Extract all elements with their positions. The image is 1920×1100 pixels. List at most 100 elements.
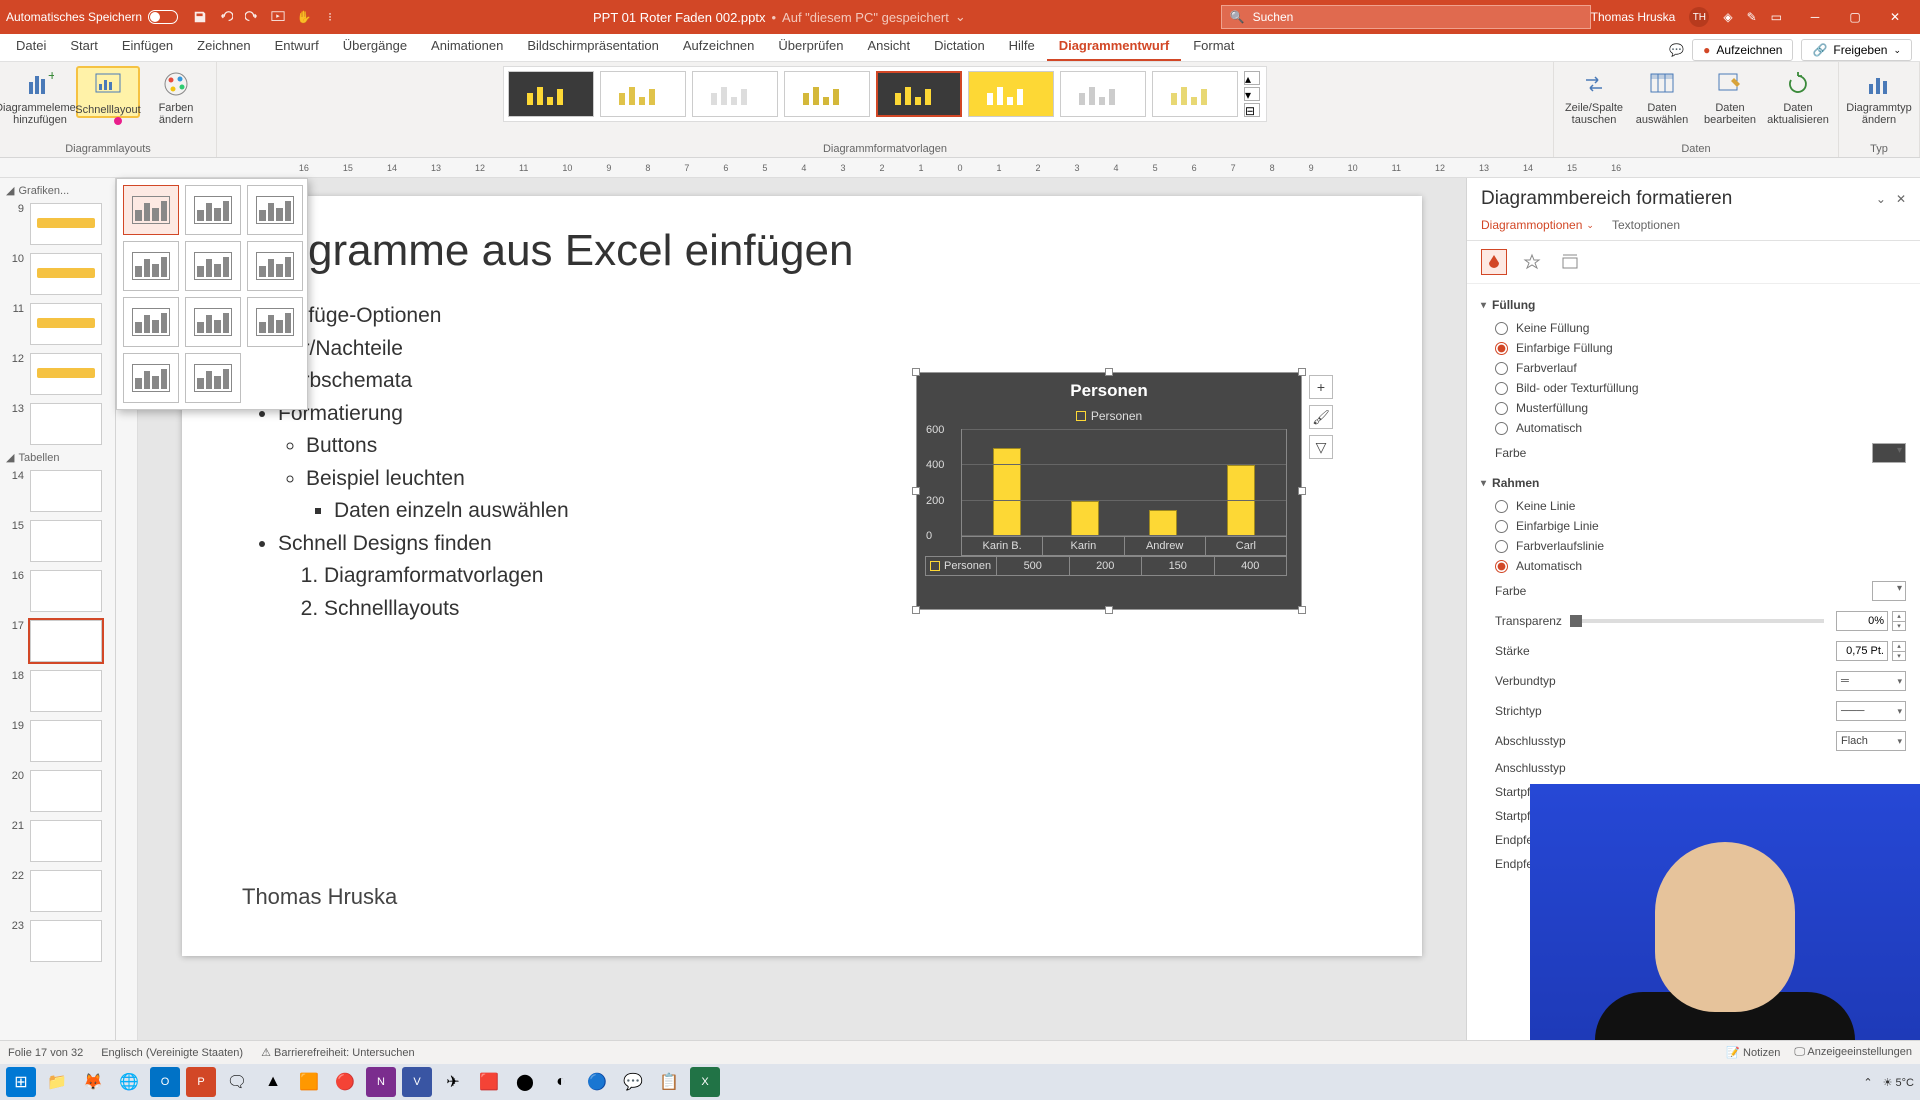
chart-style-8[interactable]: [1152, 71, 1238, 117]
tab-text-options[interactable]: Textoptionen: [1612, 218, 1680, 236]
notes-button[interactable]: 📝 Notizen: [1726, 1046, 1780, 1059]
quick-layout-3[interactable]: [247, 185, 303, 235]
resize-handle[interactable]: [912, 487, 920, 495]
chart-filter-button[interactable]: ▽: [1309, 435, 1333, 459]
quick-layout-4[interactable]: [123, 241, 179, 291]
thumb-group-tabellen[interactable]: ◢ Tabellen: [0, 449, 115, 466]
onenote-icon[interactable]: N: [366, 1067, 396, 1097]
close-button[interactable]: ✕: [1876, 4, 1914, 30]
tab-dictation[interactable]: Dictation: [922, 32, 997, 61]
line-color-picker[interactable]: [1872, 581, 1906, 601]
chart-elements-button[interactable]: +: [1309, 375, 1333, 399]
qat-more-icon[interactable]: ⁝: [322, 9, 338, 25]
language-indicator[interactable]: Englisch (Vereinigte Staaten): [101, 1047, 243, 1059]
line-none-radio[interactable]: Keine Linie: [1481, 496, 1906, 516]
transparency-spinner[interactable]: ▴▾: [1892, 611, 1906, 631]
pane-close-icon[interactable]: ✕: [1896, 192, 1906, 206]
add-chart-element-button[interactable]: + Diagrammelement hinzufügen: [8, 66, 72, 126]
title-dropdown-icon[interactable]: ⌄: [955, 9, 966, 25]
resize-handle[interactable]: [1298, 487, 1306, 495]
tab-entwurf[interactable]: Entwurf: [263, 32, 331, 61]
tray-chevron-icon[interactable]: ⌃: [1863, 1076, 1872, 1089]
resize-handle[interactable]: [912, 606, 920, 614]
visio-icon[interactable]: V: [402, 1067, 432, 1097]
line-gradient-radio[interactable]: Farbverlaufslinie: [1481, 536, 1906, 556]
quick-layout-9[interactable]: [247, 297, 303, 347]
chart-styles-button[interactable]: 🖌: [1309, 405, 1333, 429]
quick-layout-2[interactable]: [185, 185, 241, 235]
diamond-icon[interactable]: ◈: [1723, 10, 1732, 24]
fill-picture-radio[interactable]: Bild- oder Texturfüllung: [1481, 378, 1906, 398]
tab-animationen[interactable]: Animationen: [419, 32, 515, 61]
thumb-22[interactable]: 22: [0, 866, 115, 916]
app-icon-4[interactable]: 🟥: [474, 1067, 504, 1097]
draw-mode-icon[interactable]: ✎: [1747, 10, 1757, 24]
resize-handle[interactable]: [1298, 368, 1306, 376]
chart-style-4[interactable]: [784, 71, 870, 117]
fill-solid-radio[interactable]: Einfarbige Füllung: [1481, 338, 1906, 358]
slideshow-icon[interactable]: [270, 9, 286, 25]
fill-color-picker[interactable]: [1872, 443, 1906, 463]
edit-data-button[interactable]: Daten bearbeiten: [1698, 66, 1762, 126]
thumb-15[interactable]: 15: [0, 516, 115, 566]
quick-layout-11[interactable]: [185, 353, 241, 403]
compound-combo[interactable]: ═▾: [1836, 671, 1906, 691]
share-button[interactable]: 🔗Freigeben⌄: [1801, 39, 1912, 61]
effects-icon[interactable]: [1519, 249, 1545, 275]
dash-combo[interactable]: ───▾: [1836, 701, 1906, 721]
thumb-19[interactable]: 19: [0, 716, 115, 766]
swap-row-col-button[interactable]: Zeile/Spalte tauschen: [1562, 66, 1626, 126]
chart-style-6[interactable]: [968, 71, 1054, 117]
transparency-input[interactable]: [1836, 611, 1888, 631]
search-box[interactable]: 🔍 Suchen: [1221, 5, 1591, 29]
tab-format[interactable]: Format: [1181, 32, 1246, 61]
tab-hilfe[interactable]: Hilfe: [997, 32, 1047, 61]
chart-style-7[interactable]: [1060, 71, 1146, 117]
app-icon-3[interactable]: 🔴: [330, 1067, 360, 1097]
select-data-button[interactable]: Daten auswählen: [1630, 66, 1694, 126]
slide-canvas[interactable]: Diagramme aus Excel einfügen Einfüge-Opt…: [138, 178, 1466, 1040]
width-spinner[interactable]: ▴▾: [1892, 641, 1906, 661]
section-border[interactable]: Rahmen: [1481, 468, 1906, 496]
size-props-icon[interactable]: [1557, 249, 1583, 275]
record-button[interactable]: ●Aufzeichnen: [1692, 39, 1793, 61]
cap-combo[interactable]: Flach▾: [1836, 731, 1906, 751]
resize-handle[interactable]: [912, 368, 920, 376]
quick-layout-10[interactable]: [123, 353, 179, 403]
minimize-button[interactable]: ─: [1796, 4, 1834, 30]
resize-handle[interactable]: [1105, 368, 1113, 376]
tab-zeichnen[interactable]: Zeichnen: [185, 32, 262, 61]
user-avatar[interactable]: TH: [1689, 7, 1709, 27]
chart-style-2[interactable]: [600, 71, 686, 117]
tab-uebergaenge[interactable]: Übergänge: [331, 32, 419, 61]
tab-bildschirm[interactable]: Bildschirmpräsentation: [515, 32, 671, 61]
fill-line-icon[interactable]: [1481, 249, 1507, 275]
resize-handle[interactable]: [1105, 606, 1113, 614]
quick-layout-button[interactable]: Schnelllayout: [76, 66, 140, 118]
gallery-scroll[interactable]: ▴▾⊟: [1244, 71, 1262, 117]
redo-icon[interactable]: [244, 9, 260, 25]
app-icon-6[interactable]: 🔵: [582, 1067, 612, 1097]
line-solid-radio[interactable]: Einfarbige Linie: [1481, 516, 1906, 536]
section-fill[interactable]: Füllung: [1481, 290, 1906, 318]
thumb-11[interactable]: 11: [0, 299, 115, 349]
fill-gradient-radio[interactable]: Farbverlauf: [1481, 358, 1906, 378]
thumb-17-current[interactable]: 17: [0, 616, 115, 666]
thumb-10[interactable]: 10: [0, 249, 115, 299]
app-icon-8[interactable]: 📋: [654, 1067, 684, 1097]
app-icon-5[interactable]: ◐: [546, 1067, 576, 1097]
tab-chart-options[interactable]: Diagrammoptionen ⌄: [1481, 218, 1594, 236]
fill-auto-radio[interactable]: Automatisch: [1481, 418, 1906, 438]
chart-object[interactable]: Personen Personen 600 400 200 0 Karin B.…: [916, 372, 1302, 610]
quick-layout-1[interactable]: [123, 185, 179, 235]
thumb-group-grafiken[interactable]: ◢ Grafiken...: [0, 182, 115, 199]
thumb-9[interactable]: 9: [0, 199, 115, 249]
autosave-toggle[interactable]: Automatisches Speichern: [6, 10, 178, 24]
resize-handle[interactable]: [1298, 606, 1306, 614]
outlook-icon[interactable]: O: [150, 1067, 180, 1097]
quick-layout-7[interactable]: [123, 297, 179, 347]
thumb-20[interactable]: 20: [0, 766, 115, 816]
start-button[interactable]: ⊞: [6, 1067, 36, 1097]
line-auto-radio[interactable]: Automatisch: [1481, 556, 1906, 576]
refresh-data-button[interactable]: Daten aktualisieren: [1766, 66, 1830, 126]
